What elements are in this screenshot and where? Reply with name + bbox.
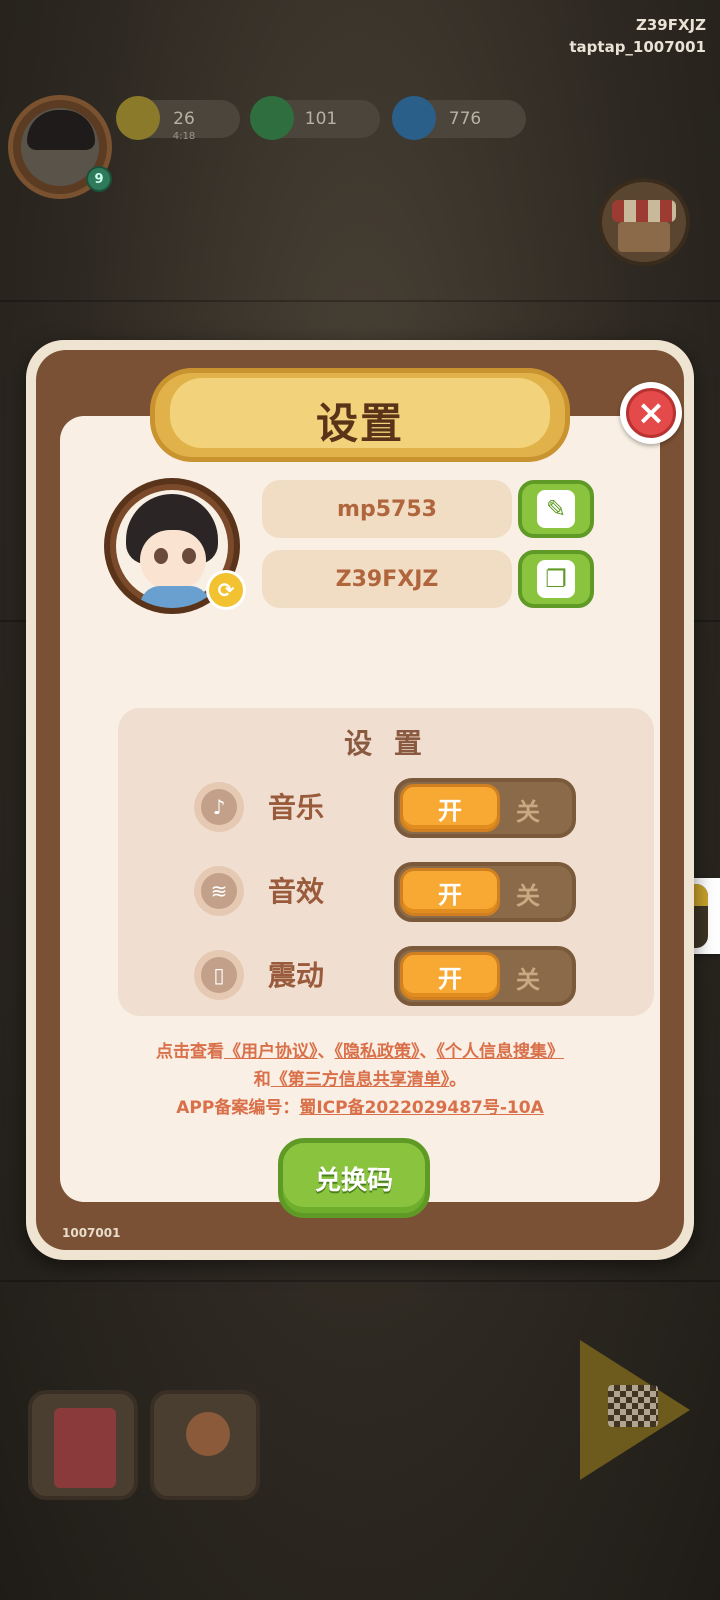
player-level-badge: 9 — [86, 166, 112, 192]
energy-timer: 4:18 — [172, 131, 196, 142]
pin-button[interactable] — [150, 1390, 260, 1500]
vibration-off-option[interactable]: 关 — [498, 960, 558, 995]
energy-value: 26 — [173, 109, 195, 129]
privacy-policy-link[interactable]: 《隐私政策》 — [335, 1042, 420, 1062]
third-party-list-link[interactable]: 《第三方信息共享清单》 — [271, 1070, 450, 1090]
energy-counter[interactable]: 26 4:18 — [116, 96, 240, 142]
shop-icon — [612, 200, 676, 222]
user-agreement-link[interactable]: 《用户协议》 — [224, 1042, 318, 1062]
vibration-label: 震动 — [268, 959, 325, 992]
edit-name-button[interactable]: ✎ — [518, 480, 594, 538]
sfx-setting-row: ≋ 音效 开 关 — [118, 856, 654, 926]
vibration-toggle[interactable]: 开 关 — [394, 946, 576, 1006]
separator: 、 — [317, 1042, 335, 1062]
gem-counter[interactable]: 776 — [392, 96, 526, 140]
music-toggle[interactable]: 开 关 — [394, 778, 576, 838]
vibration-on-option[interactable]: 开 — [400, 952, 500, 1000]
music-label: 音乐 — [268, 791, 325, 824]
coin-value: 101 — [304, 109, 338, 129]
coin-counter[interactable]: 101 — [250, 96, 380, 140]
version-id: 1007001 — [62, 1226, 121, 1240]
user-id-field: Z39FXJZ — [262, 550, 512, 608]
music-off-option[interactable]: 关 — [498, 792, 558, 827]
sfx-toggle[interactable]: 开 关 — [394, 862, 576, 922]
music-setting-row: ♪ 音乐 开 关 — [118, 772, 654, 842]
shop-button[interactable] — [598, 178, 690, 266]
icp-link[interactable]: 蜀ICP备2022029487号-10A — [299, 1098, 543, 1118]
legal-links: 点击查看《用户协议》、《隐私政策》、《个人信息搜集》 和《第三方信息共享清单》。… — [60, 1038, 660, 1122]
sfx-label: 音效 — [268, 875, 325, 908]
checkered-flag-icon — [608, 1385, 658, 1427]
change-avatar-icon[interactable]: ⟳ — [206, 570, 246, 610]
vibrate-icon: ▯ — [194, 950, 244, 1000]
copy-id-button[interactable]: ❐ — [518, 550, 594, 608]
redeem-code-button[interactable]: 兑换码 — [278, 1138, 430, 1218]
close-icon: × — [626, 388, 676, 438]
modal-title: 设置 — [315, 399, 404, 448]
coin-icon — [250, 96, 294, 140]
links-prefix: 点击查看 — [156, 1042, 224, 1062]
music-on-option[interactable]: 开 — [400, 784, 500, 832]
and-text: 和 — [253, 1070, 271, 1090]
copy-icon: ❐ — [537, 560, 575, 598]
icp-prefix: APP备案编号： — [176, 1098, 300, 1118]
username-field: mp5753 — [262, 480, 512, 538]
pencil-icon: ✎ — [537, 490, 575, 528]
gem-value: 776 — [448, 109, 482, 129]
personal-info-link[interactable]: 《个人信息搜集》 — [437, 1042, 565, 1062]
period-text: 。 — [449, 1070, 467, 1090]
flame-icon — [392, 96, 436, 140]
separator: 、 — [419, 1042, 437, 1062]
sound-wave-icon: ≋ — [194, 866, 244, 916]
pin-icon — [186, 1412, 230, 1456]
modal-title-banner: 设置 — [150, 368, 570, 462]
settings-modal: 设 置 ♪ 音乐 开 关 ≋ 音效 开 关 ▯ 震动 开 关 点击查看《用户协议… — [26, 340, 694, 1260]
book-icon — [54, 1408, 116, 1488]
music-note-icon: ♪ — [194, 782, 244, 832]
sfx-on-option[interactable]: 开 — [400, 868, 500, 916]
channel-label: taptap_1007001 — [569, 38, 706, 56]
book-button[interactable] — [28, 1390, 138, 1500]
settings-panel: 设 置 ♪ 音乐 开 关 ≋ 音效 开 关 ▯ 震动 开 关 — [118, 708, 654, 1016]
sfx-off-option[interactable]: 关 — [498, 876, 558, 911]
vibration-setting-row: ▯ 震动 开 关 — [118, 940, 654, 1010]
settings-panel-title: 设 置 — [344, 727, 428, 760]
player-code-label: Z39FXJZ — [635, 16, 706, 34]
close-button[interactable]: × — [620, 382, 682, 444]
